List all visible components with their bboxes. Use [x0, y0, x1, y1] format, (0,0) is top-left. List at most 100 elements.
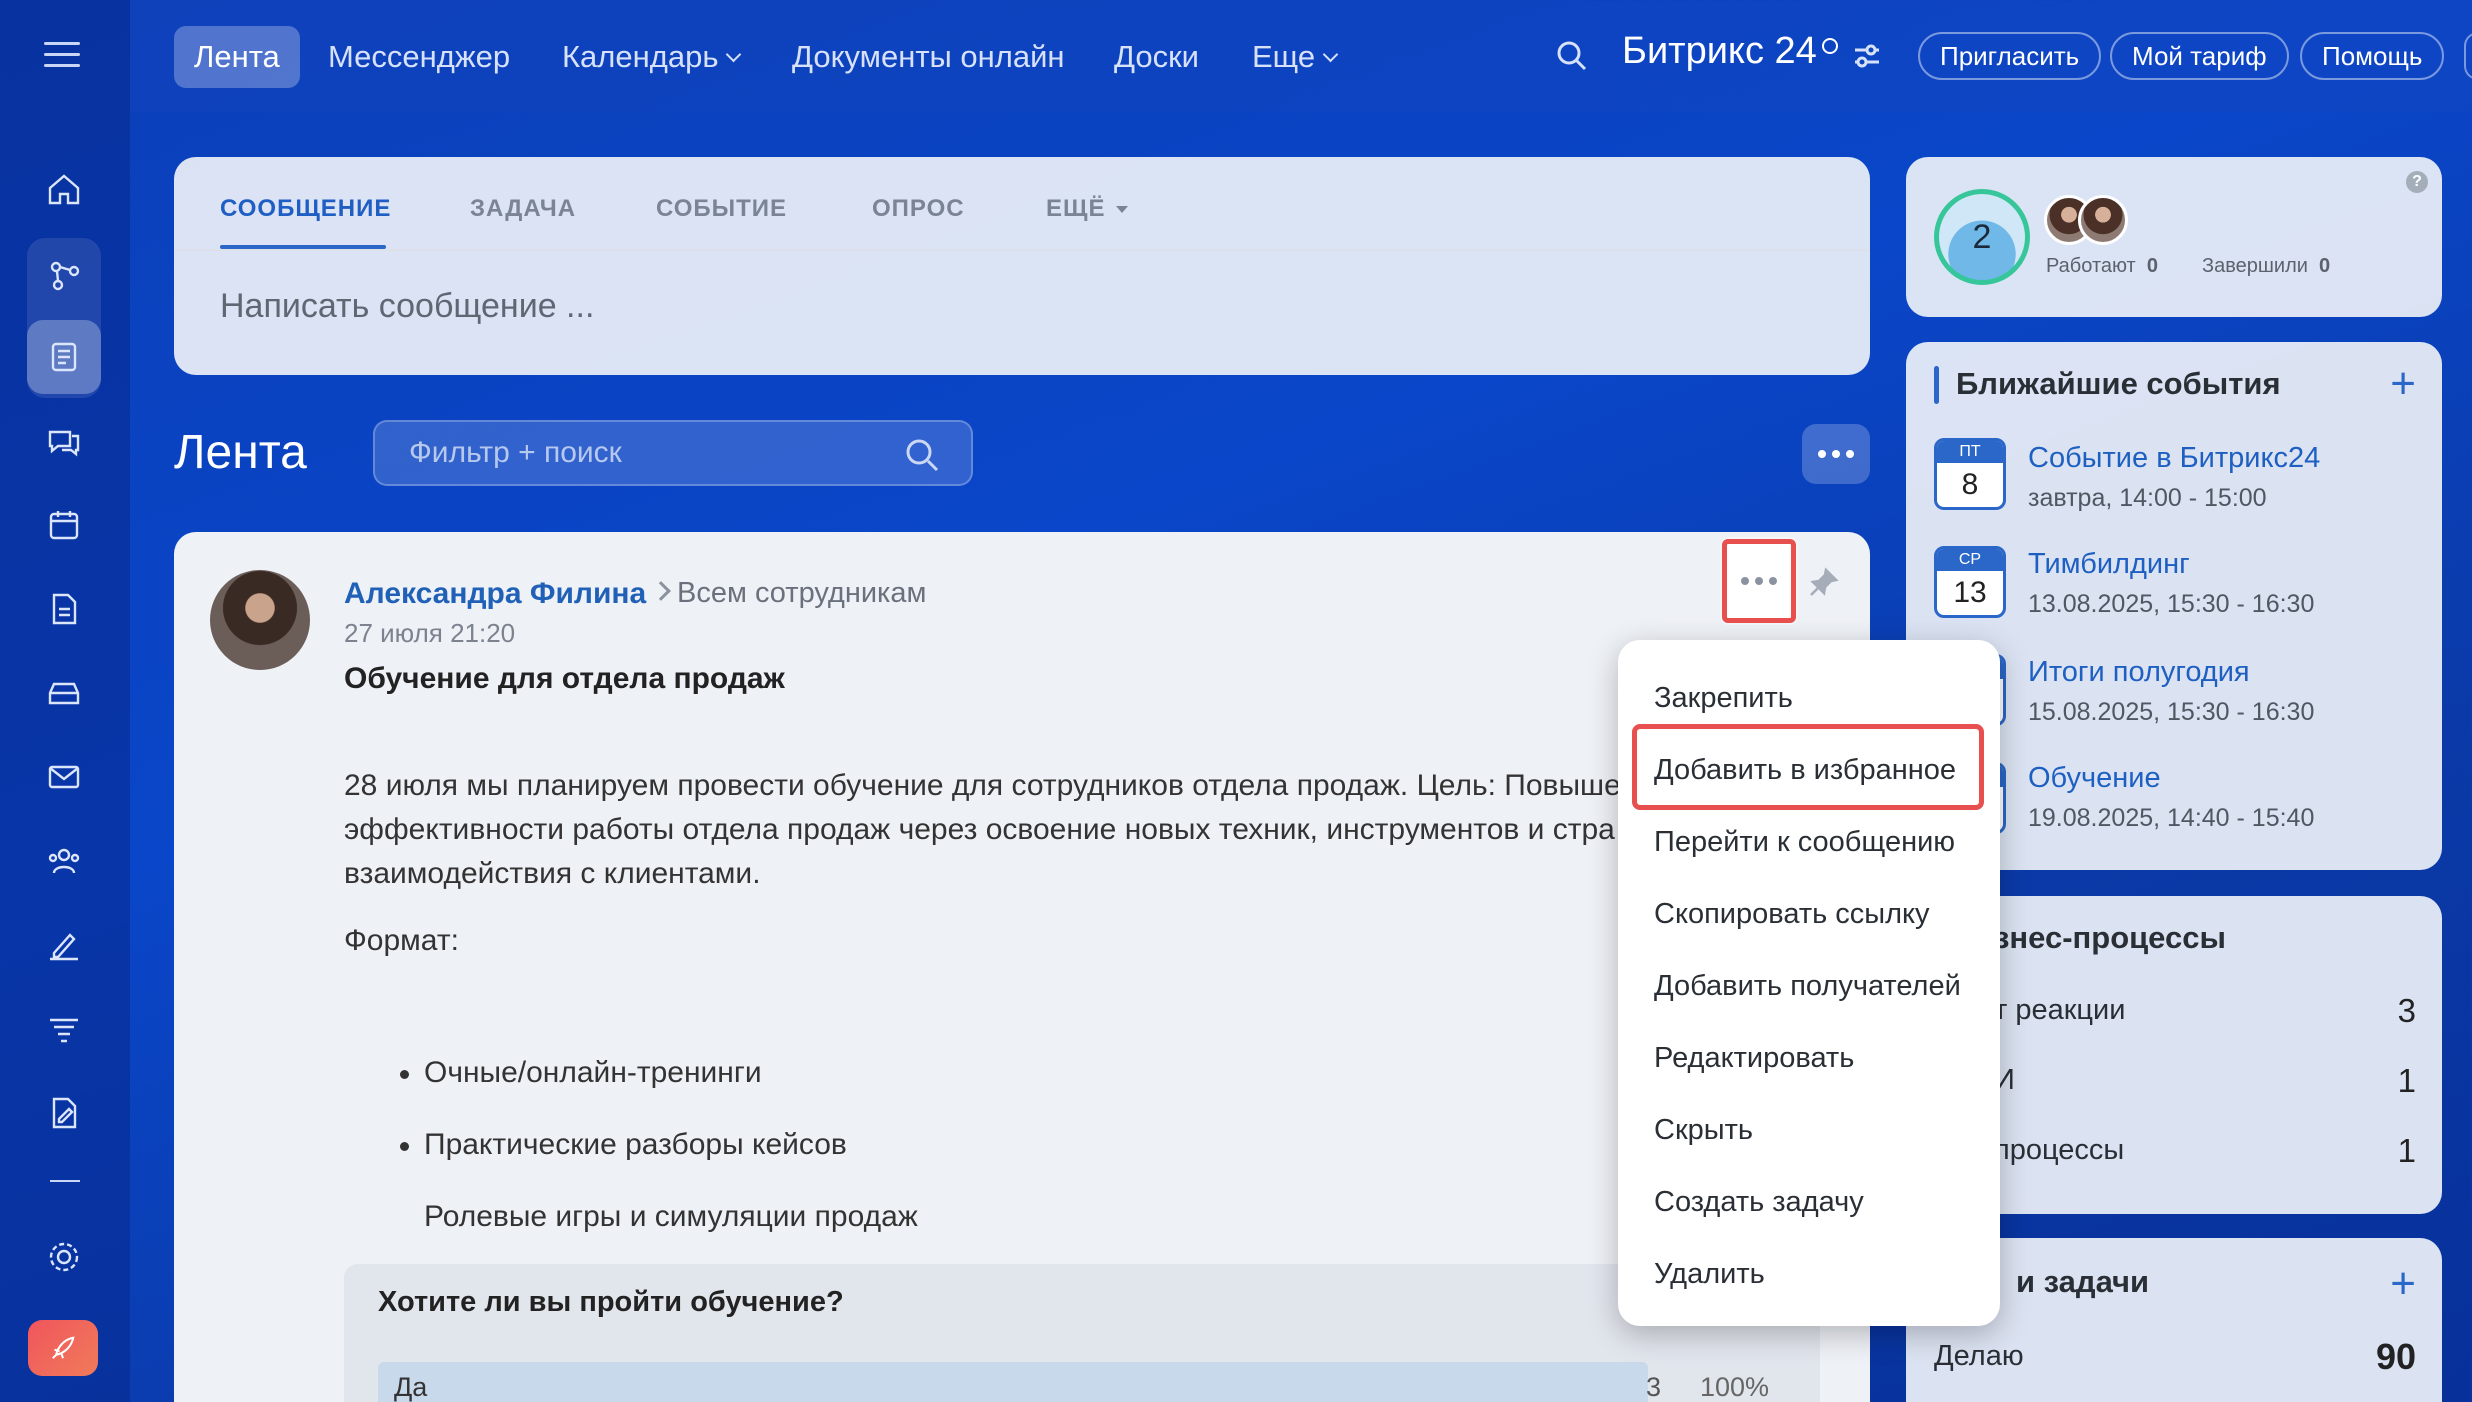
tasks-doing-value[interactable]: 90	[2376, 1336, 2416, 1378]
drive-icon[interactable]	[27, 656, 101, 730]
rocket-icon[interactable]	[28, 1320, 98, 1376]
pin-icon[interactable]	[1806, 566, 1840, 600]
title-accent	[1934, 366, 1939, 404]
working-stat: Работают 0	[2046, 255, 2158, 277]
post-composer: СООБЩЕНИЕ ЗАДАЧА СОБЫТИЕ ОПРОС ЕЩЁ Напис…	[174, 157, 1870, 375]
nav-calendar[interactable]: Календарь	[542, 26, 759, 88]
menu-item-copy-link[interactable]: Скопировать ссылку	[1654, 898, 1930, 931]
feed-more-button[interactable]	[1802, 424, 1870, 484]
nav-boards[interactable]: Доски	[1094, 26, 1219, 88]
flow-icon[interactable]	[27, 238, 101, 312]
poll-question: Хотите ли вы пройти обучение?	[378, 1286, 844, 1318]
menu-item-add-recipients[interactable]: Добавить получателей	[1654, 970, 1961, 1003]
tab-message[interactable]: СООБЩЕНИЕ	[220, 195, 391, 223]
list-item: Ролевые игры и симуляции продаж	[424, 1200, 918, 1240]
bp-row-value[interactable]: 1	[2398, 1062, 2416, 1100]
post-date[interactable]: 27 июля 21:20	[344, 618, 515, 649]
help-button[interactable]: Помощь	[2300, 32, 2445, 80]
menu-item-go-to-message[interactable]: Перейти к сообщению	[1654, 826, 1955, 859]
tasks-doing-label[interactable]: Делаю	[1934, 1340, 2024, 1373]
tab-poll[interactable]: ОПРОС	[872, 195, 965, 223]
activity-counter[interactable]: 2	[1934, 189, 2030, 285]
calendar-icon[interactable]	[27, 488, 101, 562]
chat-icon[interactable]	[27, 405, 101, 479]
poll-option-label: Да	[394, 1372, 428, 1402]
event-time: 19.08.2025, 14:40 - 15:40	[2028, 804, 2315, 832]
post-author[interactable]: Александра Филина	[344, 577, 646, 611]
nav-messenger[interactable]: Мессенджер	[308, 26, 530, 88]
post-destination[interactable]: Всем сотрудникам	[677, 577, 926, 610]
page-title: Лента	[174, 426, 307, 479]
list-item: Практические разборы кейсов	[400, 1128, 847, 1161]
calendar-date-icon: СР 13	[1934, 546, 2006, 618]
tariff-button[interactable]: Мой тариф	[2110, 32, 2289, 80]
avatar[interactable]	[2078, 195, 2128, 245]
menu-item-edit[interactable]: Редактировать	[1654, 1042, 1854, 1075]
calendar-date-icon: ПТ 8	[1934, 438, 2006, 510]
tab-event[interactable]: СОБЫТИЕ	[656, 195, 787, 223]
caret-down-icon	[1115, 206, 1128, 214]
message-input[interactable]: Написать сообщение ...	[220, 287, 594, 326]
events-title: Ближайшие события	[1956, 366, 2281, 401]
add-event-icon[interactable]: +	[2390, 362, 2416, 406]
nav-documents[interactable]: Документы онлайн	[772, 26, 1085, 88]
menu-item-hide[interactable]: Скрыть	[1654, 1114, 1753, 1147]
nav-more[interactable]: Еще	[1232, 26, 1356, 88]
funnel-icon[interactable]	[27, 992, 101, 1066]
finished-stat: Завершили 0	[2202, 255, 2331, 277]
poll-vote-count: 3	[1646, 1372, 1662, 1402]
chevron-down-icon	[1322, 46, 1339, 62]
poll-percent: 100%	[1700, 1372, 1770, 1402]
filter-search-input[interactable]: Фильтр + поиск	[373, 420, 973, 486]
menu-item-add-favorite[interactable]: Добавить в избранное	[1654, 754, 1956, 787]
profile-button[interactable]	[2464, 32, 2472, 80]
bp-row-value[interactable]: 3	[2398, 992, 2416, 1030]
poll-option-bar[interactable]	[378, 1362, 1648, 1402]
poll: Хотите ли вы пройти обучение? Да 3 100%	[344, 1264, 1820, 1402]
event-title[interactable]: Тимбилдинг	[2028, 548, 2190, 581]
help-icon[interactable]: ?	[2406, 171, 2428, 193]
chevron-right-icon	[651, 581, 671, 601]
home-icon[interactable]	[27, 152, 101, 226]
list-item: Очные/онлайн-тренинги	[400, 1056, 762, 1089]
employees-icon[interactable]	[27, 824, 101, 898]
event-time: 13.08.2025, 15:30 - 16:30	[2028, 590, 2315, 618]
activity-widget: 2 Работают 0 Завершили 0 ?	[1906, 157, 2442, 317]
tab-more[interactable]: ЕЩЁ	[1046, 195, 1128, 223]
nav-feed[interactable]: Лента	[174, 26, 300, 88]
sign-icon[interactable]	[27, 908, 101, 982]
settings-sliders-icon[interactable]	[1852, 42, 1882, 70]
event-title[interactable]: Итоги полугодия	[2028, 656, 2250, 689]
mail-icon[interactable]	[27, 740, 101, 814]
chevron-down-icon	[726, 46, 742, 62]
add-task-icon[interactable]: +	[2390, 1262, 2416, 1306]
feed-icon[interactable]	[27, 320, 101, 394]
search-placeholder: Фильтр + поиск	[409, 436, 622, 469]
tasks-title: и задачи	[2016, 1264, 2150, 1299]
post-format-label: Формат:	[344, 924, 459, 957]
bp-row-value[interactable]: 1	[2398, 1132, 2416, 1170]
brand-logo: Битрикс 24	[1622, 30, 1817, 72]
feed-post: Александра Филина Всем сотрудникам 27 ию…	[174, 532, 1870, 1402]
menu-item-pin[interactable]: Закрепить	[1654, 682, 1793, 715]
search-icon[interactable]	[1556, 40, 1588, 72]
invite-button[interactable]: Пригласить	[1918, 32, 2102, 80]
event-title[interactable]: Событие в Битрикс24	[2028, 442, 2320, 475]
tab-task[interactable]: ЗАДАЧА	[470, 195, 576, 223]
avatar[interactable]	[210, 570, 310, 670]
post-body: 28 июля мы планируем провести обучение д…	[344, 769, 1621, 890]
bp-row-label[interactable]: процессы	[1994, 1134, 2124, 1167]
settings-icon[interactable]	[27, 1220, 101, 1294]
menu-item-create-task[interactable]: Создать задачу	[1654, 1186, 1864, 1219]
event-time: завтра, 14:00 - 15:00	[2028, 484, 2267, 512]
edit-document-icon[interactable]	[27, 1076, 101, 1150]
event-title[interactable]: Обучение	[2028, 762, 2161, 795]
document-icon[interactable]	[27, 572, 101, 646]
search-icon[interactable]	[903, 436, 941, 474]
bp-row-label[interactable]: т реакции	[1994, 994, 2125, 1027]
post-more-button[interactable]	[1722, 539, 1796, 623]
menu-item-delete[interactable]: Удалить	[1654, 1258, 1765, 1291]
post-actions-menu: Закрепить Добавить в избранное Перейти к…	[1618, 640, 2000, 1326]
clock-icon	[1822, 38, 1838, 54]
menu-burger-icon[interactable]	[44, 42, 80, 68]
